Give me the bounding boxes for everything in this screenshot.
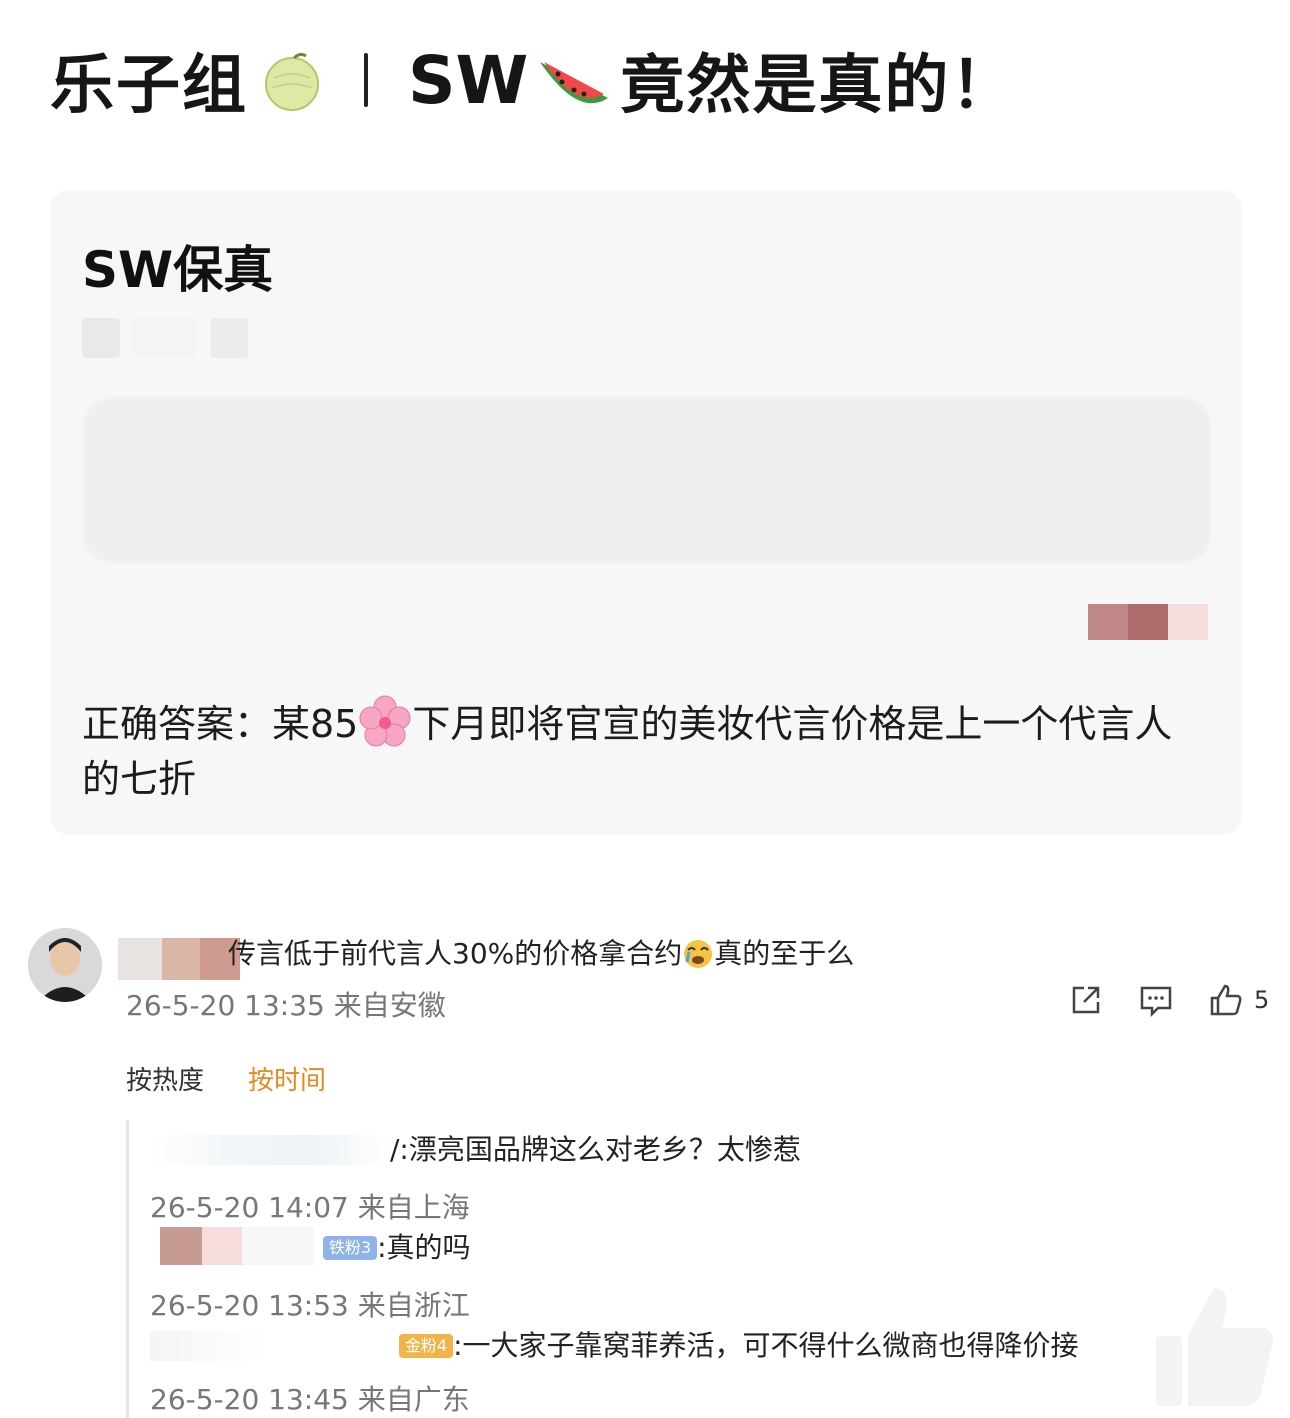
reply-time: 26-5-20 14:07 来自上海 — [150, 1191, 470, 1224]
main-comment-time: 26-5-20 13:35 来自安徽 — [126, 989, 446, 1022]
comment-actions: 5 — [1068, 982, 1269, 1018]
headline-prefix: SW — [408, 41, 529, 119]
answer-text-a: 正确答案：某85 — [82, 702, 359, 746]
reply-thread-line — [126, 1120, 129, 1418]
cherry-blossom-emoji-icon — [359, 695, 411, 747]
tab-sort-by-time[interactable]: 按时间 — [248, 1060, 326, 1097]
avatar[interactable] — [28, 928, 102, 1002]
blurred-commenter-name — [118, 938, 240, 980]
reply-body: 铁粉3:真的吗 — [160, 1226, 471, 1266]
thumbs-up-watermark-icon — [1156, 1288, 1273, 1406]
reply-text: :一大家子靠窝菲养活，可不得什么微商也得降价接 — [453, 1329, 1079, 1362]
fan-badge: 金粉4 — [398, 1334, 454, 1358]
blurred-pixels — [1088, 604, 1208, 640]
reply-body: 金粉4:一大家子靠窝菲养活，可不得什么微商也得降价接 — [150, 1324, 1079, 1364]
reply-item: 金粉4:一大家子靠窝菲养活，可不得什么微商也得降价接 26-5-20 13:45… — [150, 1324, 1079, 1418]
watermelon-emoji-icon — [540, 62, 609, 104]
tab-sort-by-hot[interactable]: 按热度 — [126, 1060, 204, 1097]
group-name: 乐子组 — [50, 49, 248, 123]
reply-time: 26-5-20 13:45 来自广东 — [150, 1383, 470, 1416]
blurred-username — [82, 318, 248, 358]
blurred-reply-name — [160, 1227, 202, 1265]
like-count: 5 — [1254, 986, 1270, 1014]
reply-text: :真的吗 — [377, 1231, 471, 1264]
reply-item: 铁粉3:真的吗 26-5-20 13:53 来自浙江 — [150, 1226, 471, 1324]
reply-text: /:漂亮国品牌这么对老乡？太惨惹 — [390, 1133, 801, 1166]
card-title: SW保真 — [82, 241, 274, 299]
crying-emoji-icon — [684, 940, 713, 968]
leak-card: SW保真 正确答案：某85 下月即将官宣的美妆代言价格是上一个代言人的七折 — [50, 190, 1242, 835]
blurred-reply-name — [150, 1331, 390, 1361]
post-header: 乐子组 SW 竟然是真的！ — [50, 30, 1016, 130]
reply-item: /:漂亮国品牌这么对老乡？太惨惹 26-5-20 14:07 来自上海 — [150, 1128, 801, 1226]
share-icon[interactable] — [1068, 982, 1104, 1018]
blurred-content-box — [84, 398, 1210, 562]
fan-badge: 铁粉3 — [322, 1236, 378, 1260]
reply-time: 26-5-20 13:53 来自浙江 — [150, 1289, 470, 1322]
main-comment-text: 传言低于前代言人30%的价格拿合约 真的至于么 — [228, 932, 854, 972]
reply-body: /:漂亮国品牌这么对老乡？太惨惹 — [150, 1128, 801, 1168]
avatar-image — [28, 928, 102, 1002]
sort-tabs: 按热度 按时间 — [126, 1060, 326, 1097]
main-comment-text-a: 传言低于前代言人30%的价格拿合约 — [228, 937, 683, 970]
answer-text: 正确答案：某85 下月即将官宣的美妆代言价格是上一个代言人的七折 — [82, 695, 1202, 807]
main-comment-text-b: 真的至于么 — [714, 937, 855, 970]
melon-emoji-icon — [265, 52, 319, 111]
blurred-reply-name — [150, 1135, 390, 1165]
comment-icon[interactable] — [1138, 982, 1174, 1018]
headline-text: 竟然是真的！ — [620, 49, 1017, 123]
thumbs-up-icon[interactable] — [1208, 982, 1244, 1018]
title-separator — [364, 53, 368, 107]
